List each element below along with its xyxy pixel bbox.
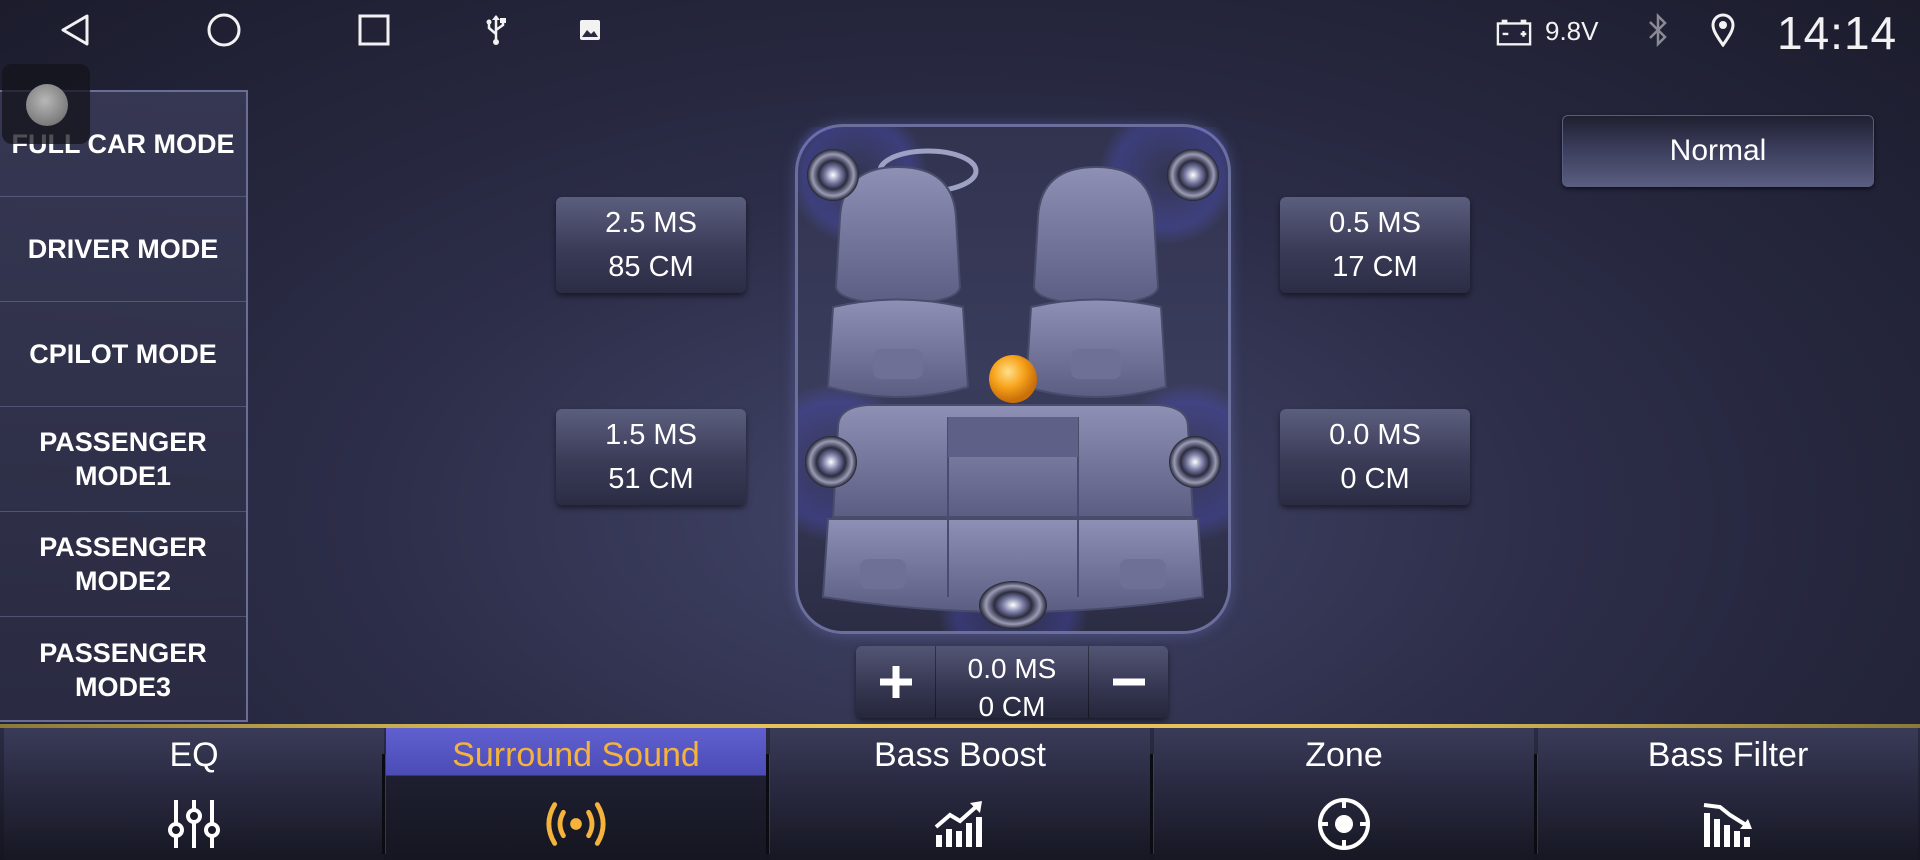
floating-assist-button[interactable] — [2, 64, 90, 144]
mode-passenger-3[interactable]: PASSENGER MODE3 — [0, 617, 246, 722]
rear-left-time: 1.5 MS — [605, 419, 697, 451]
copilot-seat — [1024, 165, 1168, 398]
center-delay-time: 0.0 MS — [967, 653, 1057, 684]
clock: 14:14 — [1777, 7, 1898, 59]
driver-seat — [826, 165, 970, 398]
sound-preset-button[interactable]: Normal — [1562, 115, 1874, 187]
tab-zone-label: Zone — [1305, 736, 1383, 774]
tab-bass-filter[interactable]: Bass Filter — [1538, 728, 1918, 860]
front-right-speaker — [1167, 149, 1219, 201]
zone-target-icon — [1312, 794, 1376, 854]
car-seat-diagram — [795, 124, 1231, 634]
front-right-distance: 17 CM — [1332, 251, 1418, 283]
mode-passenger-2[interactable]: PASSENGER MODE2 — [0, 512, 246, 617]
center-speaker — [979, 581, 1047, 629]
rear-left-delay[interactable]: 1.5 MS 51 CM — [556, 409, 746, 505]
tab-bass-filter-label: Bass Filter — [1647, 736, 1809, 774]
front-left-distance: 85 CM — [608, 251, 694, 283]
center-delay-adjuster: 0.0 MS 0 CM — [856, 646, 1168, 722]
status-bar: 9.8V 14:14 — [0, 0, 1920, 60]
tab-eq[interactable]: EQ — [4, 728, 384, 860]
battery-icon — [1496, 14, 1532, 50]
bluetooth-icon — [1640, 12, 1676, 48]
decrease-delay-button[interactable] — [1088, 646, 1168, 718]
rear-right-speaker — [1169, 436, 1221, 488]
back-icon[interactable] — [58, 12, 94, 48]
bass-filter-icon — [1696, 794, 1760, 854]
increase-delay-button[interactable] — [856, 646, 936, 718]
tab-surround-sound-label: Surround Sound — [452, 736, 700, 774]
mode-copilot[interactable]: CPILOT MODE — [0, 302, 246, 407]
surround-sound-icon — [544, 794, 608, 854]
front-right-time: 0.5 MS — [1329, 207, 1421, 239]
recents-icon[interactable] — [356, 12, 392, 48]
tab-separator — [766, 754, 769, 854]
tab-separator — [1534, 754, 1537, 854]
tab-separator — [1150, 754, 1153, 854]
tab-bass-boost[interactable]: Bass Boost — [770, 728, 1150, 860]
center-delay-value: 0.0 MS 0 CM — [936, 650, 1088, 726]
tab-surround-sound[interactable]: Surround Sound — [386, 728, 766, 860]
front-left-speaker — [807, 149, 859, 201]
listening-mode-list: FULL CAR MODE DRIVER MODE CPILOT MODE PA… — [0, 90, 248, 722]
home-icon[interactable] — [206, 12, 242, 48]
front-left-delay[interactable]: 2.5 MS 85 CM — [556, 197, 746, 293]
voltage-readout: 9.8V — [1545, 16, 1599, 46]
front-right-delay[interactable]: 0.5 MS 17 CM — [1280, 197, 1470, 293]
center-delay-distance: 0 CM — [978, 691, 1046, 722]
gallery-icon — [572, 12, 608, 48]
rear-left-speaker — [805, 436, 857, 488]
mode-driver[interactable]: DRIVER MODE — [0, 197, 246, 302]
usb-icon — [478, 12, 514, 48]
listener-position-dot[interactable] — [989, 355, 1037, 403]
bottom-tab-bar: EQ Surround Sound Bass Boost Zone Bass F… — [0, 728, 1920, 860]
tab-zone[interactable]: Zone — [1154, 728, 1534, 860]
location-icon — [1705, 12, 1741, 48]
tab-bass-boost-label: Bass Boost — [874, 736, 1046, 774]
bass-boost-icon — [928, 794, 992, 854]
tab-separator — [382, 754, 385, 854]
mode-passenger-1[interactable]: PASSENGER MODE1 — [0, 407, 246, 512]
rear-left-distance: 51 CM — [608, 463, 694, 495]
rear-right-time: 0.0 MS — [1329, 419, 1421, 451]
eq-sliders-icon — [162, 794, 226, 854]
rear-right-distance: 0 CM — [1340, 463, 1410, 495]
tab-eq-label: EQ — [169, 736, 219, 774]
rear-bench-seat — [821, 404, 1205, 613]
front-left-time: 2.5 MS — [605, 207, 697, 239]
rear-right-delay[interactable]: 0.0 MS 0 CM — [1280, 409, 1470, 505]
